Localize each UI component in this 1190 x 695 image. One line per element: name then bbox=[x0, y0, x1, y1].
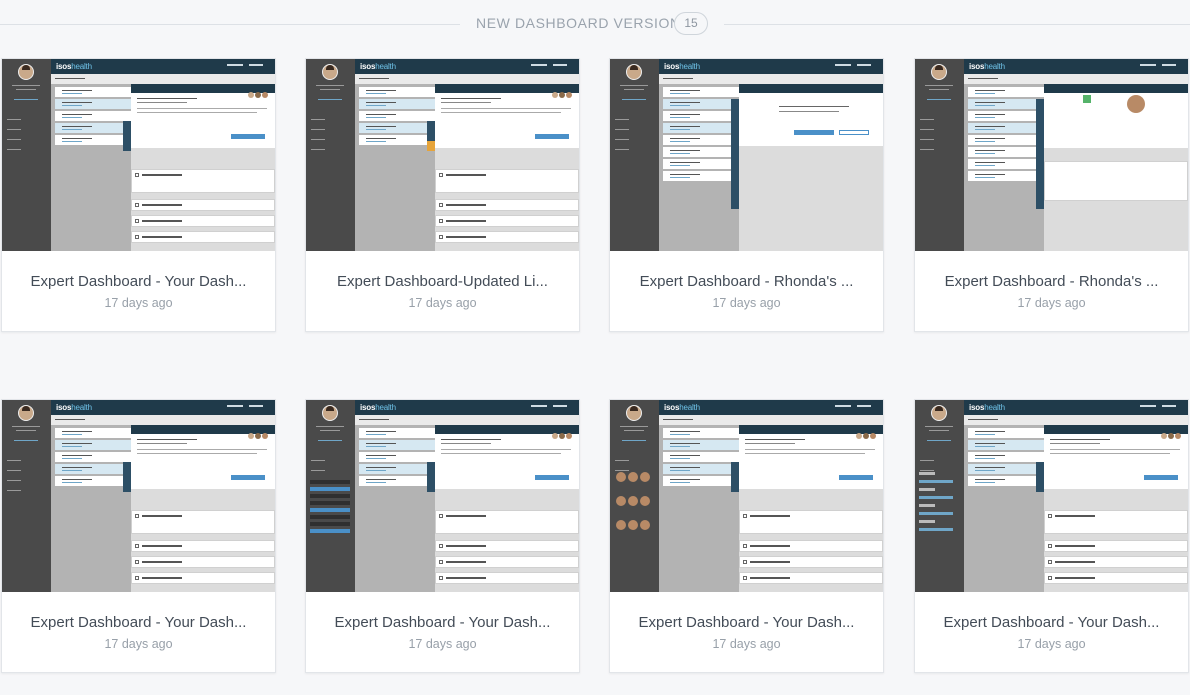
version-card[interactable]: isoshealth Expert Dashboard - Your Dash..… bbox=[609, 399, 884, 673]
thumb-avatar bbox=[931, 405, 947, 421]
section-title: NEW DASHBOARD VERSION bbox=[476, 15, 681, 31]
thumb-sidebar bbox=[306, 400, 355, 592]
thumb-logo: isoshealth bbox=[56, 62, 92, 71]
thumb-sidebar bbox=[2, 59, 51, 251]
thumb-topbar: isoshealth bbox=[964, 400, 1188, 415]
card-timestamp: 17 days ago bbox=[104, 637, 173, 651]
thumb-avatar bbox=[18, 405, 34, 421]
card-timestamp: 17 days ago bbox=[408, 637, 477, 651]
thumb-logo: isoshealth bbox=[56, 403, 92, 412]
thumb-logo: isoshealth bbox=[664, 62, 700, 71]
thumb-logo: isoshealth bbox=[969, 62, 1005, 71]
thumb-avatar bbox=[626, 64, 642, 80]
thumb-topbar: isoshealth bbox=[51, 59, 275, 74]
card-thumbnail[interactable]: isoshealth bbox=[306, 400, 579, 592]
card-thumbnail[interactable]: isoshealth bbox=[610, 400, 883, 592]
card-title[interactable]: Expert Dashboard - Your Dash... bbox=[2, 614, 275, 631]
thumb-sidebar bbox=[2, 400, 51, 592]
version-card[interactable]: isoshealth Expert Dashboard - Rhonda's ..… bbox=[914, 58, 1189, 332]
thumb-sidebar bbox=[915, 400, 964, 592]
version-card[interactable]: isoshealth Expert Dashboard - Your Dash..… bbox=[914, 399, 1189, 673]
thumb-topbar: isoshealth bbox=[659, 59, 883, 74]
divider-left bbox=[0, 24, 460, 25]
card-timestamp: 17 days ago bbox=[408, 296, 477, 310]
thumb-topbar: isoshealth bbox=[355, 400, 579, 415]
version-card[interactable]: isoshealth Expert Dashboard-Updated Li...… bbox=[305, 58, 580, 332]
thumb-avatar bbox=[931, 64, 947, 80]
thumb-sidebar bbox=[915, 59, 964, 251]
thumb-topbar: isoshealth bbox=[964, 59, 1188, 74]
thumb-logo: isoshealth bbox=[969, 403, 1005, 412]
card-thumbnail[interactable]: isoshealth bbox=[306, 59, 579, 251]
thumb-logo: isoshealth bbox=[360, 62, 396, 71]
thumb-topbar: isoshealth bbox=[355, 59, 579, 74]
card-thumbnail[interactable]: isoshealth bbox=[2, 59, 275, 251]
thumb-topbar: isoshealth bbox=[659, 400, 883, 415]
card-thumbnail[interactable]: isoshealth bbox=[915, 59, 1188, 251]
thumb-logo: isoshealth bbox=[360, 403, 396, 412]
version-card[interactable]: isoshealth Expert Dashboard - Your Dash..… bbox=[1, 399, 276, 673]
section-header: NEW DASHBOARD VERSION 15 bbox=[0, 0, 1190, 48]
version-card[interactable]: isoshealth Expert Dashboard - Your Dash..… bbox=[305, 399, 580, 673]
thumb-sidebar bbox=[610, 59, 659, 251]
card-title[interactable]: Expert Dashboard - Your Dash... bbox=[306, 614, 579, 631]
thumb-logo: isoshealth bbox=[664, 403, 700, 412]
thumb-avatar bbox=[18, 64, 34, 80]
thumb-topbar: isoshealth bbox=[51, 400, 275, 415]
card-timestamp: 17 days ago bbox=[1017, 637, 1086, 651]
thumb-avatar bbox=[322, 64, 338, 80]
card-title[interactable]: Expert Dashboard - Your Dash... bbox=[610, 614, 883, 631]
card-timestamp: 17 days ago bbox=[104, 296, 173, 310]
thumb-sidebar bbox=[610, 400, 659, 592]
version-card[interactable]: isoshealth Expert Dashboard - Rhonda's ..… bbox=[609, 58, 884, 332]
card-thumbnail[interactable]: isoshealth bbox=[610, 59, 883, 251]
card-thumbnail[interactable]: isoshealth bbox=[2, 400, 275, 592]
card-timestamp: 17 days ago bbox=[712, 296, 781, 310]
thumb-avatar bbox=[626, 405, 642, 421]
version-card[interactable]: isoshealth Expert Dashboard - Your Dash..… bbox=[1, 58, 276, 332]
card-title[interactable]: Expert Dashboard-Updated Li... bbox=[306, 273, 579, 290]
thumb-avatar bbox=[322, 405, 338, 421]
card-title[interactable]: Expert Dashboard - Rhonda's ... bbox=[610, 273, 883, 290]
card-timestamp: 17 days ago bbox=[712, 637, 781, 651]
card-title[interactable]: Expert Dashboard - Rhonda's ... bbox=[915, 273, 1188, 290]
card-title[interactable]: Expert Dashboard - Your Dash... bbox=[915, 614, 1188, 631]
divider-right bbox=[724, 24, 1190, 25]
card-thumbnail[interactable]: isoshealth bbox=[915, 400, 1188, 592]
version-count-badge: 15 bbox=[674, 12, 708, 35]
card-timestamp: 17 days ago bbox=[1017, 296, 1086, 310]
thumb-sidebar bbox=[306, 59, 355, 251]
card-title[interactable]: Expert Dashboard - Your Dash... bbox=[2, 273, 275, 290]
